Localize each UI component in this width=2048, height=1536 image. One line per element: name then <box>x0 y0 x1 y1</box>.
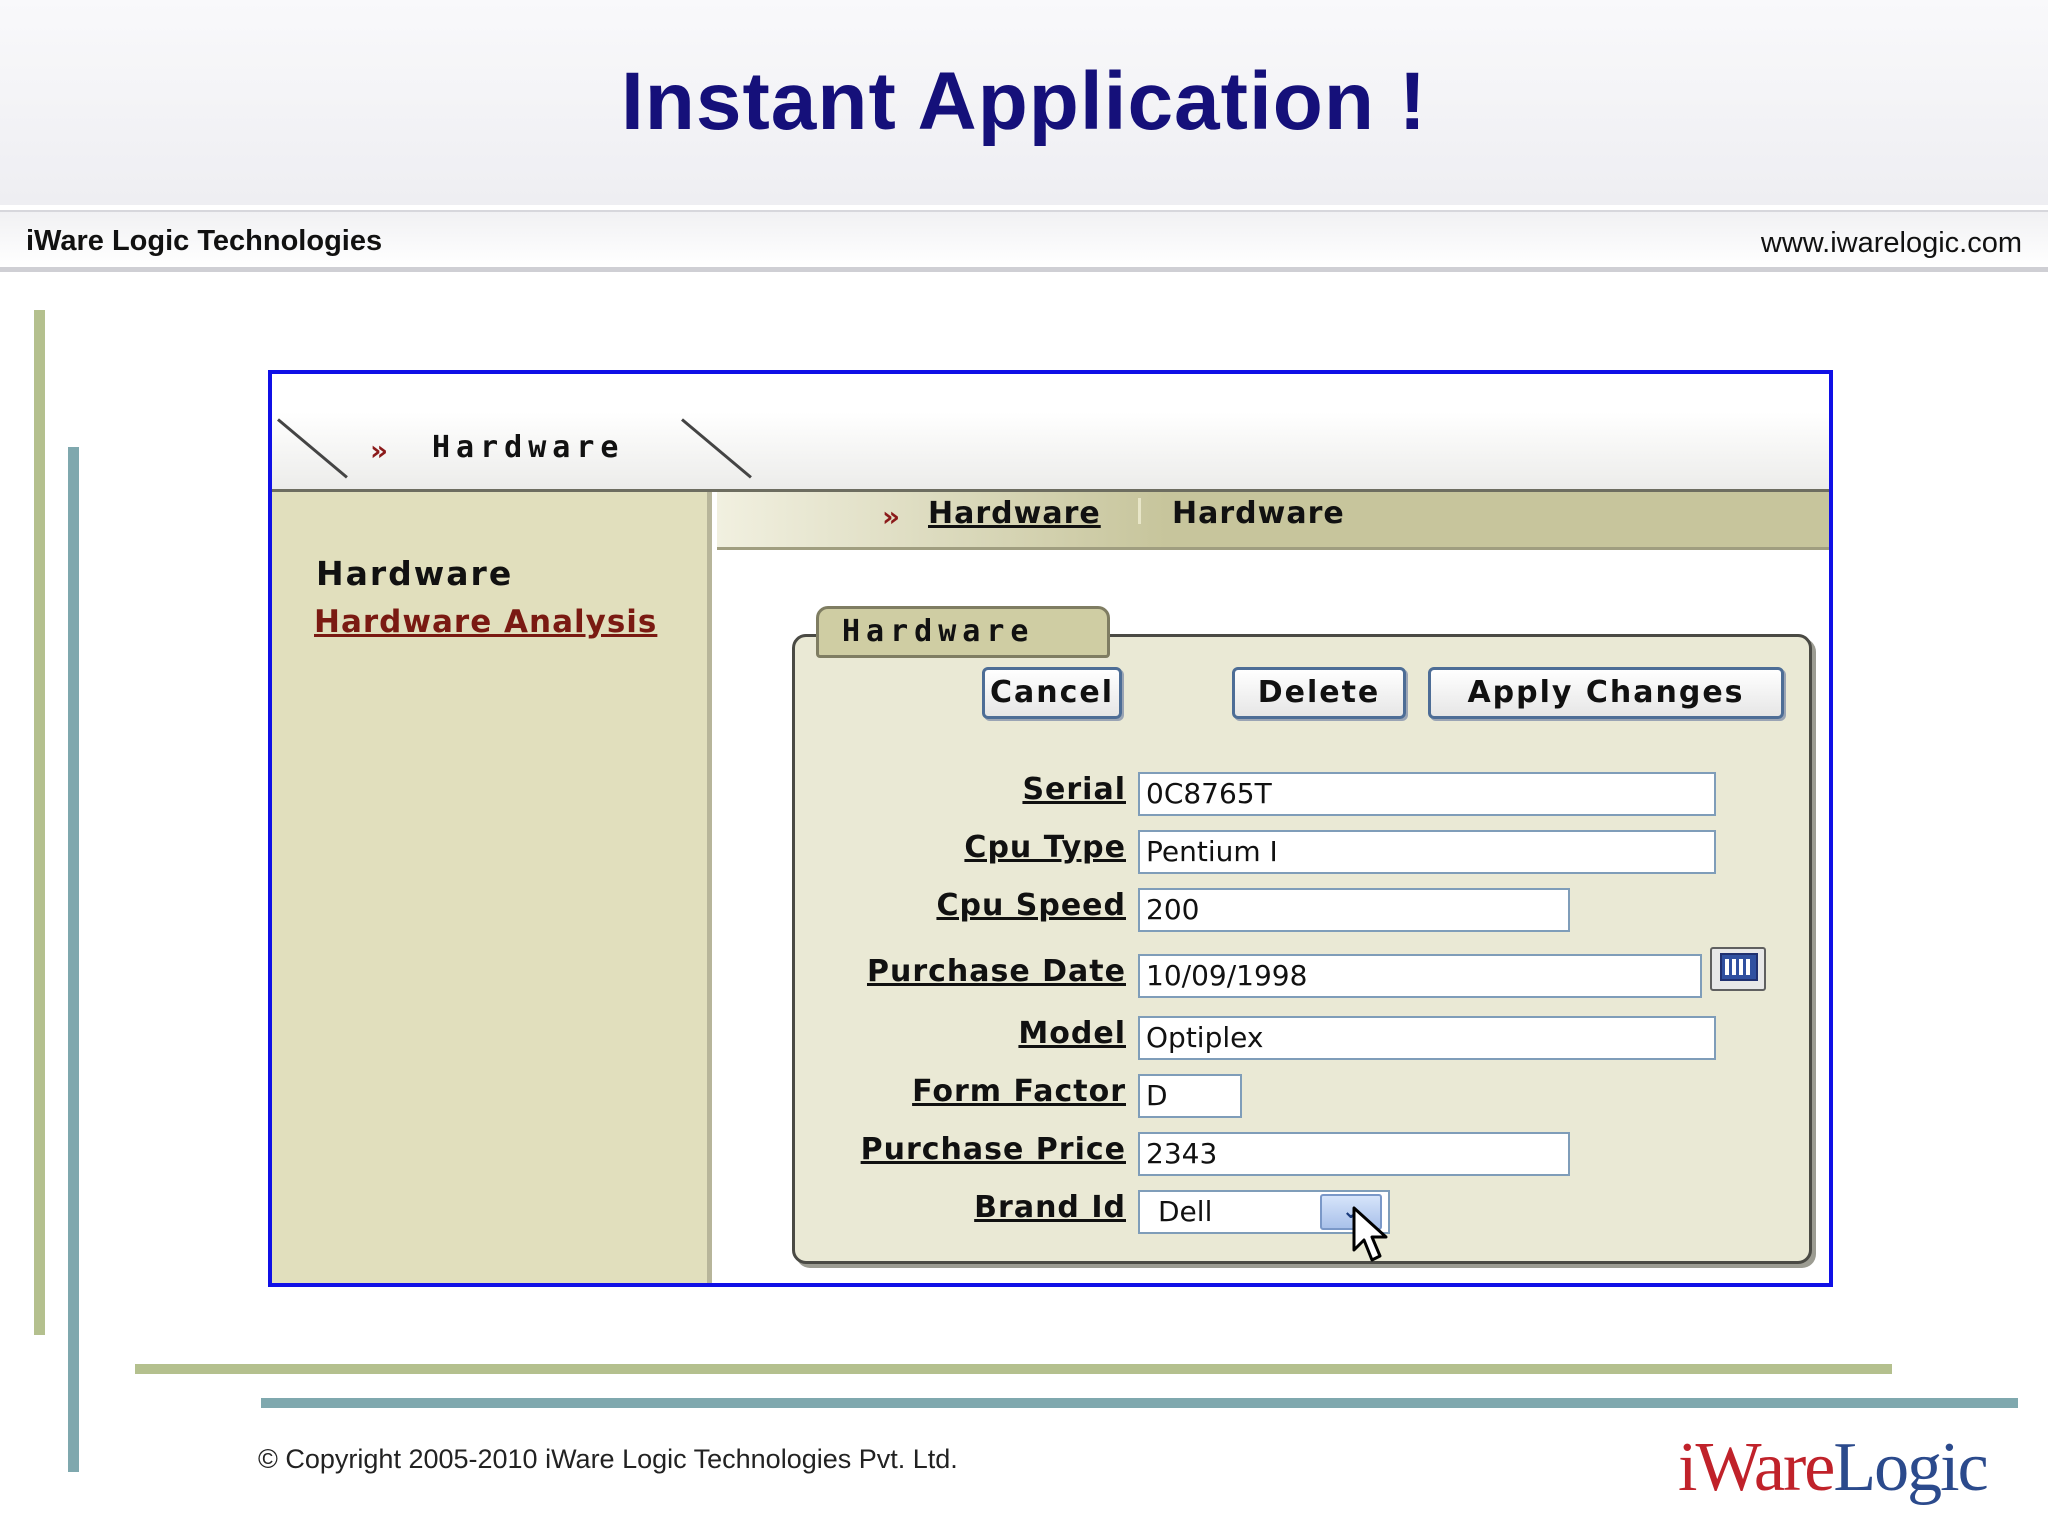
copyright-text: © Copyright 2005-2010 iWare Logic Techno… <box>258 1444 958 1474</box>
purchase-price-label-wrap: Purchase Price <box>560 1132 1126 1172</box>
form-factor-label: Form Factor <box>912 1074 1126 1109</box>
tab-arrow-icon: » <box>370 434 389 467</box>
decorative-line-green-vertical <box>34 310 45 1335</box>
sidebar-title: Hardware <box>316 554 514 593</box>
slide: Instant Application ! iWare Logic Techno… <box>0 0 2048 1536</box>
model-label-wrap: Model <box>560 1016 1126 1056</box>
form-factor-label-wrap: Form Factor <box>560 1074 1126 1114</box>
sidebar-link-hardware-analysis[interactable]: Hardware Analysis <box>314 604 657 640</box>
model-input[interactable]: Optiplex <box>1138 1016 1716 1060</box>
delete-button[interactable]: Delete <box>1232 667 1406 719</box>
breadcrumb-separator <box>1138 498 1141 524</box>
decorative-line-green-horizontal <box>135 1364 1892 1374</box>
apply-changes-button[interactable]: Apply Changes <box>1428 667 1784 719</box>
cpu-type-label: Cpu Type <box>964 830 1126 865</box>
cpu-speed-label: Cpu Speed <box>936 888 1126 923</box>
company-logo: iWareLogic <box>1678 1428 1989 1508</box>
purchase-date-label-wrap: Purchase Date <box>560 954 1126 994</box>
form-factor-input[interactable]: D <box>1138 1074 1242 1118</box>
brand-id-label: Brand Id <box>974 1190 1126 1225</box>
serial-label-wrap: Serial <box>560 772 1126 812</box>
calendar-button[interactable] <box>1710 947 1766 991</box>
company-name: iWare Logic Technologies <box>26 225 383 257</box>
brand-id-label-wrap: Brand Id <box>560 1190 1126 1230</box>
purchase-date-label: Purchase Date <box>866 954 1126 989</box>
breadcrumb-link-hardware[interactable]: Hardware <box>928 496 1101 531</box>
breadcrumb-current: Hardware <box>1172 496 1345 531</box>
purchase-date-input[interactable]: 10/09/1998 <box>1138 954 1702 998</box>
mouse-pointer-icon <box>1352 1206 1388 1262</box>
cpu-type-input[interactable]: Pentium I <box>1138 830 1716 874</box>
cpu-type-label-wrap: Cpu Type <box>560 830 1126 870</box>
purchase-price-label: Purchase Price <box>860 1132 1126 1167</box>
cpu-speed-label-wrap: Cpu Speed <box>560 888 1126 928</box>
serial-input[interactable]: 0C8765T <box>1138 772 1716 816</box>
slide-title: Instant Application ! <box>620 56 1428 147</box>
logo-part-iware: iWare <box>1678 1429 1835 1506</box>
calendar-icon <box>1720 953 1758 981</box>
cpu-speed-input[interactable]: 200 <box>1138 888 1570 932</box>
cancel-button[interactable]: Cancel <box>982 667 1122 719</box>
model-label: Model <box>1018 1016 1126 1051</box>
serial-label: Serial <box>1022 772 1126 807</box>
purchase-price-input[interactable]: 2343 <box>1138 1132 1570 1176</box>
form-region-title: Hardware <box>842 614 1035 649</box>
tab-hardware[interactable]: Hardware <box>432 430 625 465</box>
website-url: www.iwarelogic.com <box>1760 227 2022 259</box>
decorative-line-teal-horizontal <box>261 1398 2018 1408</box>
breadcrumb-arrow-icon: » <box>882 500 901 533</box>
logo-part-logic: Logic <box>1833 1429 1988 1506</box>
decorative-line-teal-vertical <box>68 447 79 1472</box>
